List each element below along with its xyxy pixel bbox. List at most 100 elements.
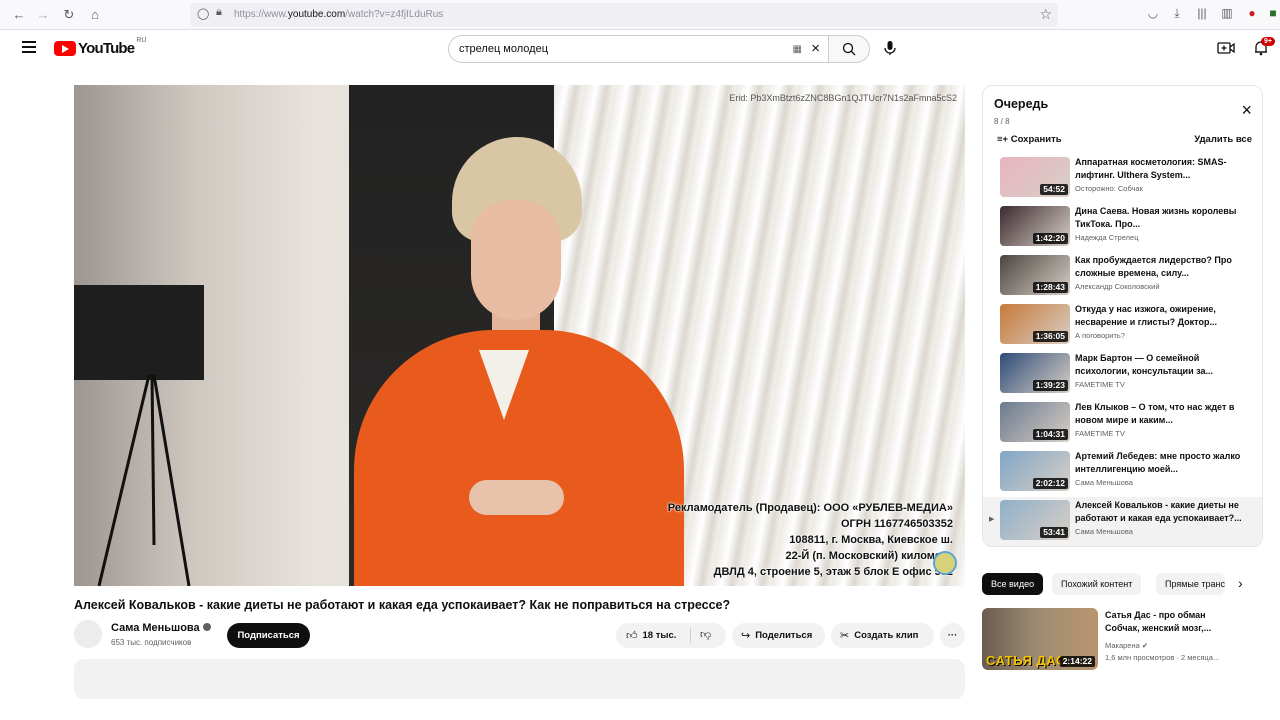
more-icon: ··· [947, 630, 958, 641]
recommendation-channel[interactable]: Макарена ✔ [1105, 641, 1148, 650]
queue-item[interactable]: 2:02:12 Артемий Лебедев: мне просто жалк… [983, 448, 1262, 497]
thumbnail-caption: САТЬЯ ДАС [986, 653, 1066, 668]
queue-thumbnail[interactable]: 1:28:43 [1000, 255, 1070, 295]
add-to-playlist-icon: ≡+ [997, 134, 1011, 145]
video-frame-lamp [74, 285, 204, 380]
search-button[interactable] [828, 35, 870, 63]
youtube-play-icon [54, 40, 76, 56]
search-value[interactable]: стрелец молодец [459, 43, 548, 55]
queue-item-title[interactable]: Как пробуждается лидерство? Про сложные … [1075, 254, 1255, 280]
library-icon[interactable]: ||| [1193, 6, 1211, 20]
queue-thumbnail[interactable]: 1:36:05 [1000, 304, 1070, 344]
reload-icon[interactable]: ↻ [60, 6, 78, 24]
duration-badge: 54:52 [1040, 184, 1068, 195]
recommendation-thumbnail[interactable]: САТЬЯ ДАС 2:14:22 [982, 608, 1098, 670]
queue-item[interactable]: 1:36:05 Откуда у нас изжога, ожирение, н… [983, 301, 1262, 350]
back-icon[interactable]: ← [10, 6, 28, 24]
menu-icon[interactable] [22, 41, 36, 53]
recommendation-title[interactable]: Сатья Дас - про обман Собчак, женский мо… [1105, 609, 1235, 635]
duration-badge: 1:39:23 [1032, 380, 1068, 391]
extension-icon[interactable]: ● [1243, 6, 1261, 20]
ad-erid-label: Erid: Pb3XmBtzt6zZNC8BGn1QJTUcr7N1s2aFmn… [729, 93, 957, 103]
recommendation-meta: 1,6 млн просмотров · 2 месяца... [1105, 653, 1220, 662]
queue-item[interactable]: 1:39:23 Марк Бартон — О семейной психоло… [983, 350, 1262, 399]
queue-thumbnail[interactable]: 2:02:12 [1000, 451, 1070, 491]
extension-icon[interactable]: ■ [1264, 6, 1280, 20]
queue-title: Очередь [994, 97, 1049, 111]
verified-icon: ✔ [1141, 641, 1149, 650]
ad-line: ОГРН 1167746503352 [840, 518, 953, 530]
queue-thumbnail[interactable]: 54:52 [1000, 157, 1070, 197]
home-icon[interactable]: ⌂ [86, 6, 104, 24]
queue-item[interactable]: 54:52 Аппаратная косметология: SMAS-лифт… [983, 154, 1262, 203]
dislike-button[interactable]: 👎︎ [700, 623, 711, 648]
queue-count: 8 / 8 [994, 117, 1010, 126]
save-queue-button[interactable]: ≡+ Сохранить [997, 134, 1062, 145]
bookmark-star-icon[interactable]: ☆ [1039, 6, 1052, 23]
queue-item-title[interactable]: Откуда у нас изжога, ожирение, несварени… [1075, 303, 1255, 329]
lock-icon[interactable]: 🔒︎ [216, 6, 228, 22]
shield-icon[interactable]: ◯ [197, 7, 211, 21]
logo-text: YouTube [78, 39, 135, 57]
forward-icon[interactable]: → [34, 6, 52, 24]
queue-item[interactable]: 1:42:20 Дина Саева. Новая жизнь королевы… [983, 203, 1262, 252]
ad-disclaimer: Рекламодатель (Продавец): ООО «РУБЛЕВ-МЕ… [668, 500, 953, 580]
channel-name[interactable]: Сама Меньшова [111, 622, 211, 634]
search-input[interactable]: стрелец молодец ▦ × [448, 35, 828, 63]
description-box[interactable] [74, 659, 965, 699]
close-icon[interactable]: × [1241, 101, 1252, 119]
create-video-icon[interactable] [1217, 41, 1235, 55]
notifications-badge: 9+ [1261, 37, 1275, 46]
ad-line: ДВЛД 4, строение 5, этаж 5 блок Е офис 5… [713, 566, 953, 578]
remove-all-button[interactable]: Удалить все [1194, 134, 1252, 145]
queue-item-channel: А поговорить? [1075, 331, 1126, 340]
queue-item-title[interactable]: Артемий Лебедев: мне просто жалко интелл… [1075, 450, 1255, 476]
duration-badge: 1:36:05 [1032, 331, 1068, 342]
sidebar-icon[interactable]: ▥ [1218, 6, 1236, 20]
subscribe-button[interactable]: Подписаться [227, 623, 310, 648]
channel-avatar[interactable] [74, 620, 102, 648]
chip-live[interactable]: Прямые трансляции [1156, 573, 1225, 595]
share-label: Поделиться [755, 630, 813, 641]
queue-item-title[interactable]: Марк Бартон — О семейной психологии, кон… [1075, 352, 1255, 378]
thumbs-down-icon: 👎︎ [700, 629, 712, 641]
queue-thumbnail[interactable]: 1:39:23 [1000, 353, 1070, 393]
download-icon[interactable]: ⤓ [1168, 6, 1186, 21]
duration-badge: 1:42:20 [1032, 233, 1068, 244]
queue-item[interactable]: 1:04:31 Лев Клыков – О том, что нас ждет… [983, 399, 1262, 448]
duration-badge: 53:41 [1040, 527, 1068, 538]
like-button[interactable]: 👍︎ 18 тыс. [626, 623, 676, 648]
chevron-right-icon[interactable]: › [1238, 575, 1243, 591]
create-clip-button[interactable]: ✂ Создать клип [831, 623, 934, 648]
video-player[interactable]: Erid: Pb3XmBtzt6zZNC8BGn1QJTUcr7N1s2aFmn… [74, 85, 965, 586]
pocket-icon[interactable]: ◡ [1144, 6, 1162, 20]
queue-thumbnail[interactable]: 53:41 [1000, 500, 1070, 540]
queue-item-title[interactable]: Аппаратная косметология: SMAS-лифтинг. U… [1075, 156, 1255, 182]
queue-item-title[interactable]: Лев Клыков – О том, что нас ждет в новом… [1075, 401, 1255, 427]
url-text[interactable]: https://www.youtube.com/watch?v=z4fjILdu… [234, 9, 443, 20]
chip-related[interactable]: Похожий контент [1052, 573, 1142, 595]
chip-all-videos[interactable]: Все видео [982, 573, 1044, 595]
microphone-icon[interactable] [880, 38, 900, 58]
now-playing-icon: ▶ [989, 516, 995, 523]
like-count: 18 тыс. [642, 630, 677, 641]
share-button[interactable]: ↪ Поделиться [732, 623, 825, 648]
youtube-logo[interactable]: YouTube RU [54, 37, 146, 57]
queue-item[interactable]: 1:28:43 Как пробуждается лидерство? Про … [983, 252, 1262, 301]
queue-thumbnail[interactable]: 1:04:31 [1000, 402, 1070, 442]
verified-icon [202, 623, 211, 631]
queue-item-channel: FAMETIME TV [1075, 429, 1125, 438]
queue-item-current[interactable]: ▶ 53:41 Алексей Ковальков - какие диеты … [983, 497, 1262, 546]
queue-item-title[interactable]: Алексей Ковальков - какие диеты не работ… [1075, 499, 1255, 525]
address-bar[interactable]: ◯ 🔒︎ https://www.youtube.com/watch?v=z4f… [190, 3, 1058, 27]
queue-item-title[interactable]: Дина Саева. Новая жизнь королевы ТикТока… [1075, 205, 1255, 231]
queue-item-channel: Сама Меньшова [1075, 478, 1133, 487]
clear-icon[interactable]: × [811, 40, 820, 57]
browser-toolbar: ← → ↻ ⌂ ◯ 🔒︎ https://www.youtube.com/wat… [0, 0, 1280, 30]
clip-label: Создать клип [854, 630, 919, 641]
queue-item-channel: FAMETIME TV [1075, 380, 1125, 389]
queue-thumbnail[interactable]: 1:42:20 [1000, 206, 1070, 246]
keyboard-icon[interactable]: ▦ [793, 44, 802, 55]
more-actions-button[interactable]: ··· [940, 623, 965, 648]
queue-item-channel: Надежда Стрелец [1075, 233, 1139, 242]
